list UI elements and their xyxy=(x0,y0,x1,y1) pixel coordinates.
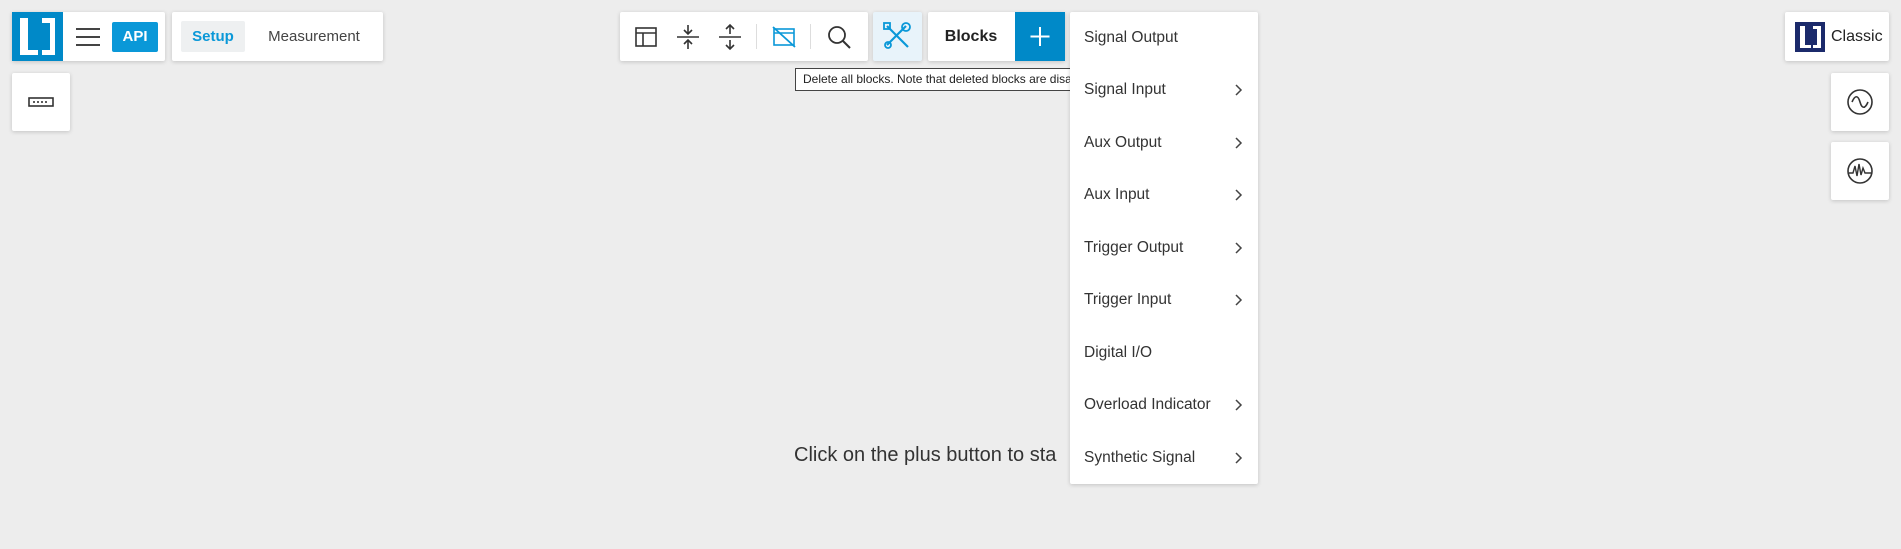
chevron-right-icon xyxy=(1235,189,1243,201)
chevron-right-icon xyxy=(1235,242,1243,254)
tab-measurement[interactable]: Measurement xyxy=(256,21,372,52)
mode-tabs: Setup Measurement xyxy=(172,12,383,61)
tab-setup[interactable]: Setup xyxy=(181,21,245,52)
classic-label: Classic xyxy=(1831,28,1883,45)
menu-item-overload-indicator[interactable]: Overload Indicator xyxy=(1070,379,1258,431)
oscilloscope-button[interactable] xyxy=(1831,73,1889,131)
classic-logo xyxy=(1795,22,1825,52)
plus-icon xyxy=(1030,27,1050,46)
blocks-label: Blocks xyxy=(944,28,998,45)
oscilloscope-icon xyxy=(1847,89,1873,115)
toolbar-divider xyxy=(810,24,811,49)
empty-state-message: Click on the plus button to sta xyxy=(794,444,1057,466)
collapse-icon[interactable] xyxy=(674,23,702,51)
menu-item-label: Signal Input xyxy=(1084,81,1166,98)
menu-item-aux-output[interactable]: Aux Output xyxy=(1070,117,1258,169)
menu-item-label: Trigger Output xyxy=(1084,239,1184,256)
classic-button[interactable]: Classic xyxy=(1785,12,1889,61)
menu-item-label: Digital I/O xyxy=(1084,344,1153,361)
menu-item-label: Signal Output xyxy=(1084,29,1178,46)
chevron-right-icon xyxy=(1235,294,1243,306)
menu-item-label: Overload Indicator xyxy=(1084,396,1211,413)
tools-icon xyxy=(883,22,911,49)
ruler-icon xyxy=(28,97,54,107)
spectrum-button[interactable] xyxy=(1831,142,1889,200)
menu-item-synthetic-signal[interactable]: Synthetic Signal xyxy=(1070,432,1258,484)
spectrum-icon xyxy=(1847,158,1873,184)
add-block-button[interactable] xyxy=(1015,12,1065,61)
chevron-right-icon xyxy=(1235,399,1243,411)
expand-icon[interactable] xyxy=(716,23,744,51)
add-block-menu: Signal Output Signal Input Aux Output Au… xyxy=(1070,12,1258,484)
menu-item-trigger-input[interactable]: Trigger Input xyxy=(1070,274,1258,326)
layout-icon[interactable] xyxy=(632,23,660,51)
app-header: API xyxy=(12,12,165,61)
menu-item-digital-io[interactable]: Digital I/O xyxy=(1070,327,1258,379)
api-button[interactable]: API xyxy=(112,22,158,52)
menu-item-signal-input[interactable]: Signal Input xyxy=(1070,64,1258,116)
hamburger-icon[interactable] xyxy=(73,23,103,51)
chevron-right-icon xyxy=(1235,452,1243,464)
menu-item-label: Aux Output xyxy=(1084,134,1162,151)
blocks-control: Blocks xyxy=(928,12,1065,61)
menu-item-label: Synthetic Signal xyxy=(1084,449,1196,466)
tools-button[interactable] xyxy=(873,12,922,61)
delete-tooltip: Delete all blocks. Note that deleted blo… xyxy=(795,68,1106,91)
chevron-right-icon xyxy=(1235,137,1243,149)
delete-all-blocks-icon[interactable] xyxy=(770,23,798,51)
block-toolbar xyxy=(620,12,868,61)
menu-item-trigger-output[interactable]: Trigger Output xyxy=(1070,222,1258,274)
toolbar-divider xyxy=(756,24,757,49)
menu-item-label: Aux Input xyxy=(1084,186,1150,203)
ruler-tool-button[interactable] xyxy=(12,73,70,131)
menu-item-aux-input[interactable]: Aux Input xyxy=(1070,169,1258,221)
menu-item-signal-output[interactable]: Signal Output xyxy=(1070,12,1258,64)
menu-item-label: Trigger Input xyxy=(1084,291,1172,308)
lab-one-logo xyxy=(12,12,63,61)
chevron-right-icon xyxy=(1235,84,1243,96)
search-icon[interactable] xyxy=(825,23,853,51)
